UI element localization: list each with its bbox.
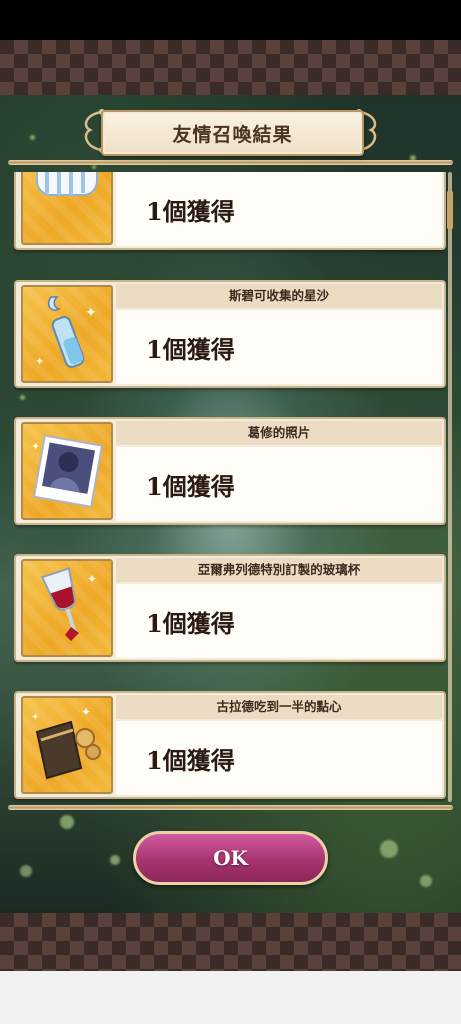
bottom-argyle-border xyxy=(0,913,461,971)
reward-item: 斯碧可收集的星沙 1個獲得 ✦ ✦ xyxy=(14,280,446,388)
item-icon-frame: ✦ xyxy=(21,559,113,657)
item-name: 斯碧可收集的星沙 xyxy=(116,284,442,308)
navigation-bar xyxy=(0,971,461,1024)
ok-button[interactable]: OK xyxy=(133,831,328,885)
ok-button-label: OK xyxy=(213,846,248,870)
item-quantity: 1個獲得 xyxy=(146,335,235,364)
item-quantity: 1個獲得 xyxy=(146,197,235,226)
svg-text:✦: ✦ xyxy=(85,305,97,321)
star-sand-bottle-icon: ✦ ✦ xyxy=(35,296,97,368)
item-icon-frame: ✦ ✦ xyxy=(21,696,113,794)
snack-bag-icon: ✦ ✦ xyxy=(31,705,101,780)
item-quantity: 1個獲得 xyxy=(146,609,235,638)
item-icon-frame: ✦ xyxy=(21,422,113,520)
item-name: 亞爾弗列德特別訂製的玻璃杯 xyxy=(116,558,442,582)
item-name: 葛修的照片 xyxy=(116,421,442,445)
scrollbar-thumb[interactable] xyxy=(447,190,453,230)
svg-text:✦: ✦ xyxy=(87,572,97,586)
reward-item: 1個獲得 xyxy=(14,172,446,250)
svg-text:✦: ✦ xyxy=(81,705,91,719)
top-frame-rail xyxy=(8,160,453,165)
item-icon-frame xyxy=(21,172,113,245)
svg-text:✦: ✦ xyxy=(31,712,39,723)
reward-list[interactable]: 1個獲得 斯碧可收集的星沙 1個獲得 ✦ ✦ 葛修的照片 1個獲得 ✦ 亞爾弗列… xyxy=(14,172,446,802)
item-name: 古拉德吃到一半的點心 xyxy=(116,695,442,719)
svg-text:✦: ✦ xyxy=(31,440,40,453)
reward-item: 古拉德吃到一半的點心 1個獲得 ✦ ✦ xyxy=(14,691,446,799)
title-plate: 友情召喚結果 xyxy=(101,110,364,156)
item-quantity: 1個獲得 xyxy=(146,746,235,775)
wine-glass-icon: ✦ xyxy=(40,567,97,641)
svg-text:✦: ✦ xyxy=(35,355,44,368)
photo-icon: ✦ xyxy=(31,434,104,508)
reward-item: 亞爾弗列德特別訂製的玻璃杯 1個獲得 ✦ xyxy=(14,554,446,662)
top-argyle-border xyxy=(0,40,461,95)
item-quantity: 1個獲得 xyxy=(146,472,235,501)
page-title: 友情召喚結果 xyxy=(172,123,293,146)
status-bar xyxy=(0,0,461,40)
scrollbar-track[interactable] xyxy=(448,172,452,802)
item-icon-frame: ✦ ✦ xyxy=(21,285,113,383)
pillow-icon xyxy=(36,172,98,196)
bottom-frame-rail xyxy=(8,805,453,810)
reward-item: 葛修的照片 1個獲得 ✦ xyxy=(14,417,446,525)
